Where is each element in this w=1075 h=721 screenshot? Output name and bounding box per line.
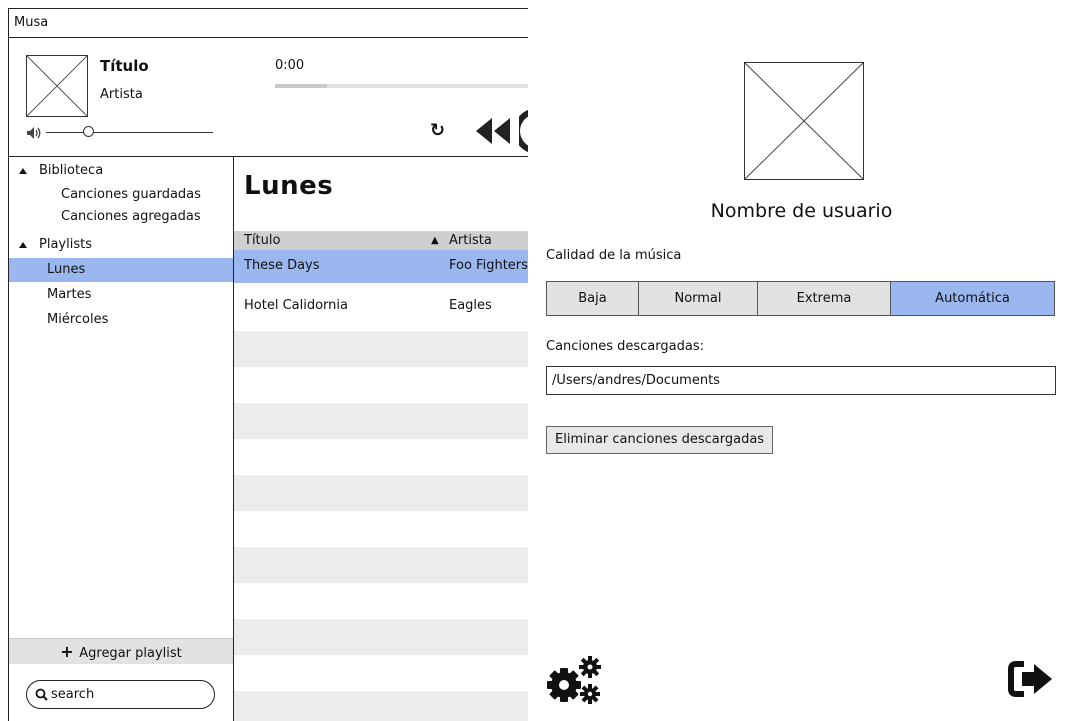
playlist-view: Lunes Título ▲ Artista These Days Foo Fi…: [234, 157, 528, 721]
table-row-empty: [234, 403, 528, 439]
sidebar-item-lunes[interactable]: Lunes: [9, 258, 233, 282]
track-title: Título: [100, 57, 149, 75]
downloads-path-field[interactable]: /Users/andres/Documents: [546, 366, 1056, 395]
column-header-title[interactable]: Título: [244, 231, 280, 250]
collapse-caret-icon[interactable]: [19, 242, 27, 248]
search-icon: [35, 688, 48, 701]
sidebar-item-canciones-guardadas[interactable]: Canciones guardadas: [9, 183, 233, 207]
repeat-icon[interactable]: ↻: [430, 120, 445, 141]
progress-bar[interactable]: [275, 84, 528, 88]
table-header: Título ▲ Artista: [234, 231, 528, 250]
sidebar-section-label: Playlists: [39, 237, 92, 252]
table-row-empty: [234, 475, 528, 511]
previous-icon[interactable]: [474, 116, 514, 146]
sidebar-item-canciones-agregadas[interactable]: Canciones agregadas: [9, 205, 233, 229]
sort-ascending-icon: ▲: [431, 235, 439, 246]
table-row-empty: [234, 331, 528, 367]
gears-icon[interactable]: [544, 653, 606, 705]
add-playlist-button[interactable]: + Agregar playlist: [9, 638, 233, 664]
sidebar-section-playlists[interactable]: Playlists: [9, 233, 233, 257]
app-title: Musa: [9, 9, 528, 38]
album-art: [26, 55, 88, 117]
avatar: [744, 62, 864, 180]
search-placeholder: search: [51, 687, 95, 702]
sidebar-section-biblioteca[interactable]: Biblioteca: [9, 159, 233, 183]
sidebar-item-martes[interactable]: Martes: [9, 283, 233, 307]
logout-icon[interactable]: [1008, 660, 1054, 698]
time-current: 0:00: [275, 58, 305, 73]
volume-slider[interactable]: [46, 132, 213, 133]
table-row-empty: [234, 619, 528, 655]
volume-icon[interactable]: [26, 126, 42, 140]
settings-panel: Nombre de usuario Calidad de la música B…: [528, 8, 1075, 721]
sidebar-item-miercoles[interactable]: Miércoles: [9, 308, 233, 332]
downloads-label: Canciones descargadas:: [546, 339, 704, 354]
quality-option-extrema[interactable]: Extrema: [758, 282, 891, 315]
app-window: Musa Título Artista 0:00 ↻ Biblioteca Ca…: [8, 8, 528, 721]
player-bar: Título Artista 0:00 ↻: [9, 38, 528, 157]
collapse-caret-icon[interactable]: [19, 168, 27, 174]
quality-option-automatica[interactable]: Automática: [891, 282, 1054, 315]
sidebar-section-label: Biblioteca: [39, 163, 104, 178]
quality-option-normal[interactable]: Normal: [639, 282, 758, 315]
play-icon[interactable]: [519, 108, 528, 154]
page-title: Lunes: [244, 171, 334, 201]
quality-selector: Baja Normal Extrema Automática: [546, 281, 1055, 316]
table-row[interactable]: Hotel Calidornia Eagles: [234, 294, 528, 330]
username: Nombre de usuario: [710, 200, 893, 222]
quality-label: Calidad de la música: [546, 248, 682, 263]
search-input[interactable]: search: [26, 680, 215, 709]
progress-fill: [275, 84, 327, 88]
quality-option-baja[interactable]: Baja: [547, 282, 639, 315]
table-row-empty: [234, 691, 528, 721]
table-row-empty: [234, 547, 528, 583]
plus-icon: +: [60, 642, 80, 661]
sidebar: Biblioteca Canciones guardadas Canciones…: [9, 157, 234, 721]
track-artist: Artista: [100, 87, 143, 102]
table-row[interactable]: These Days Foo Fighters: [234, 250, 528, 283]
column-header-artist[interactable]: Artista: [449, 231, 492, 250]
volume-slider-knob[interactable]: [82, 126, 94, 137]
delete-downloads-button[interactable]: Eliminar canciones descargadas: [546, 426, 774, 454]
